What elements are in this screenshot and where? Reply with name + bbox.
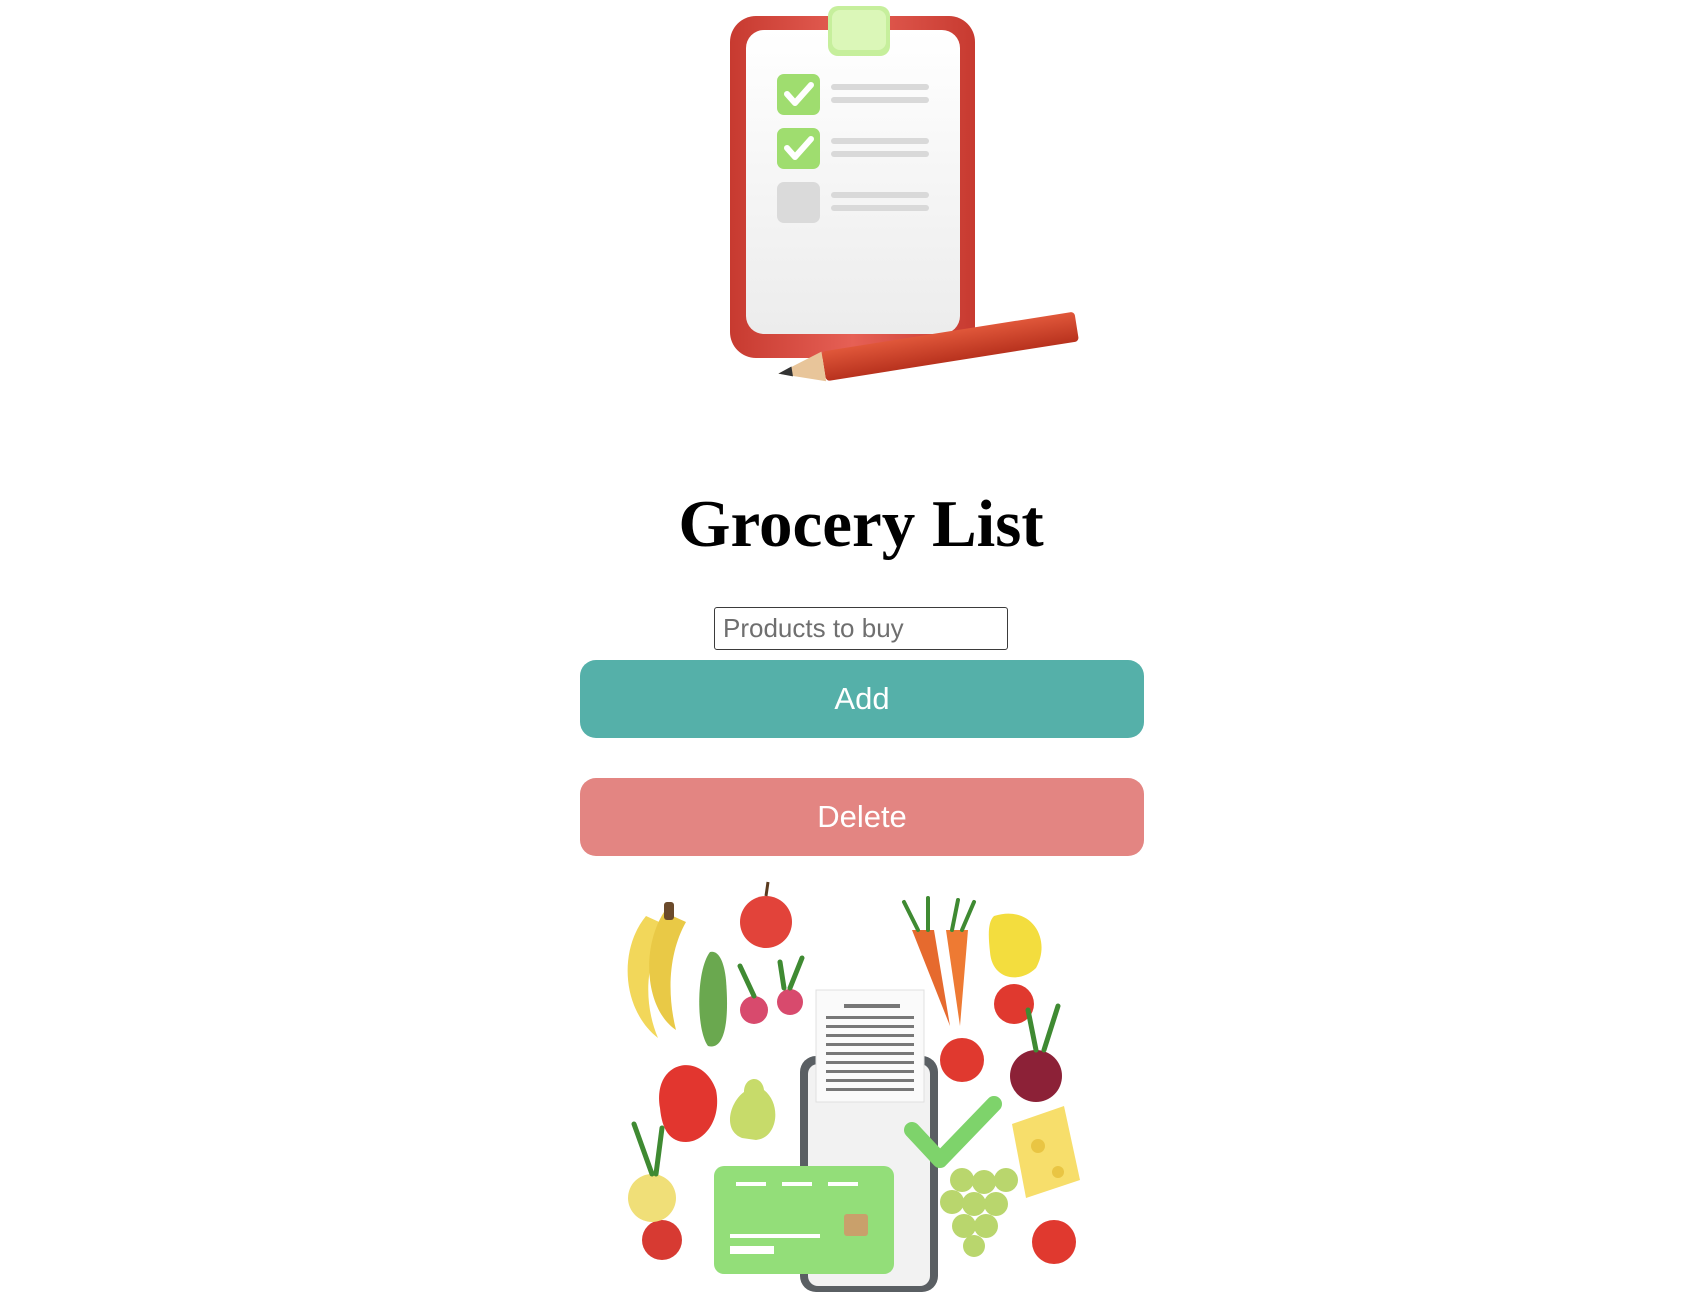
product-input[interactable] — [714, 607, 1008, 650]
delete-button[interactable]: Delete — [580, 778, 1144, 856]
page-title: Grocery List — [678, 487, 1044, 561]
groceries-phone-payment-icon — [612, 880, 1112, 1292]
clipboard-checklist-icon — [712, 0, 1088, 400]
grocery-app: Grocery List Add Delete — [0, 0, 1686, 1292]
add-button[interactable]: Add — [580, 660, 1144, 738]
